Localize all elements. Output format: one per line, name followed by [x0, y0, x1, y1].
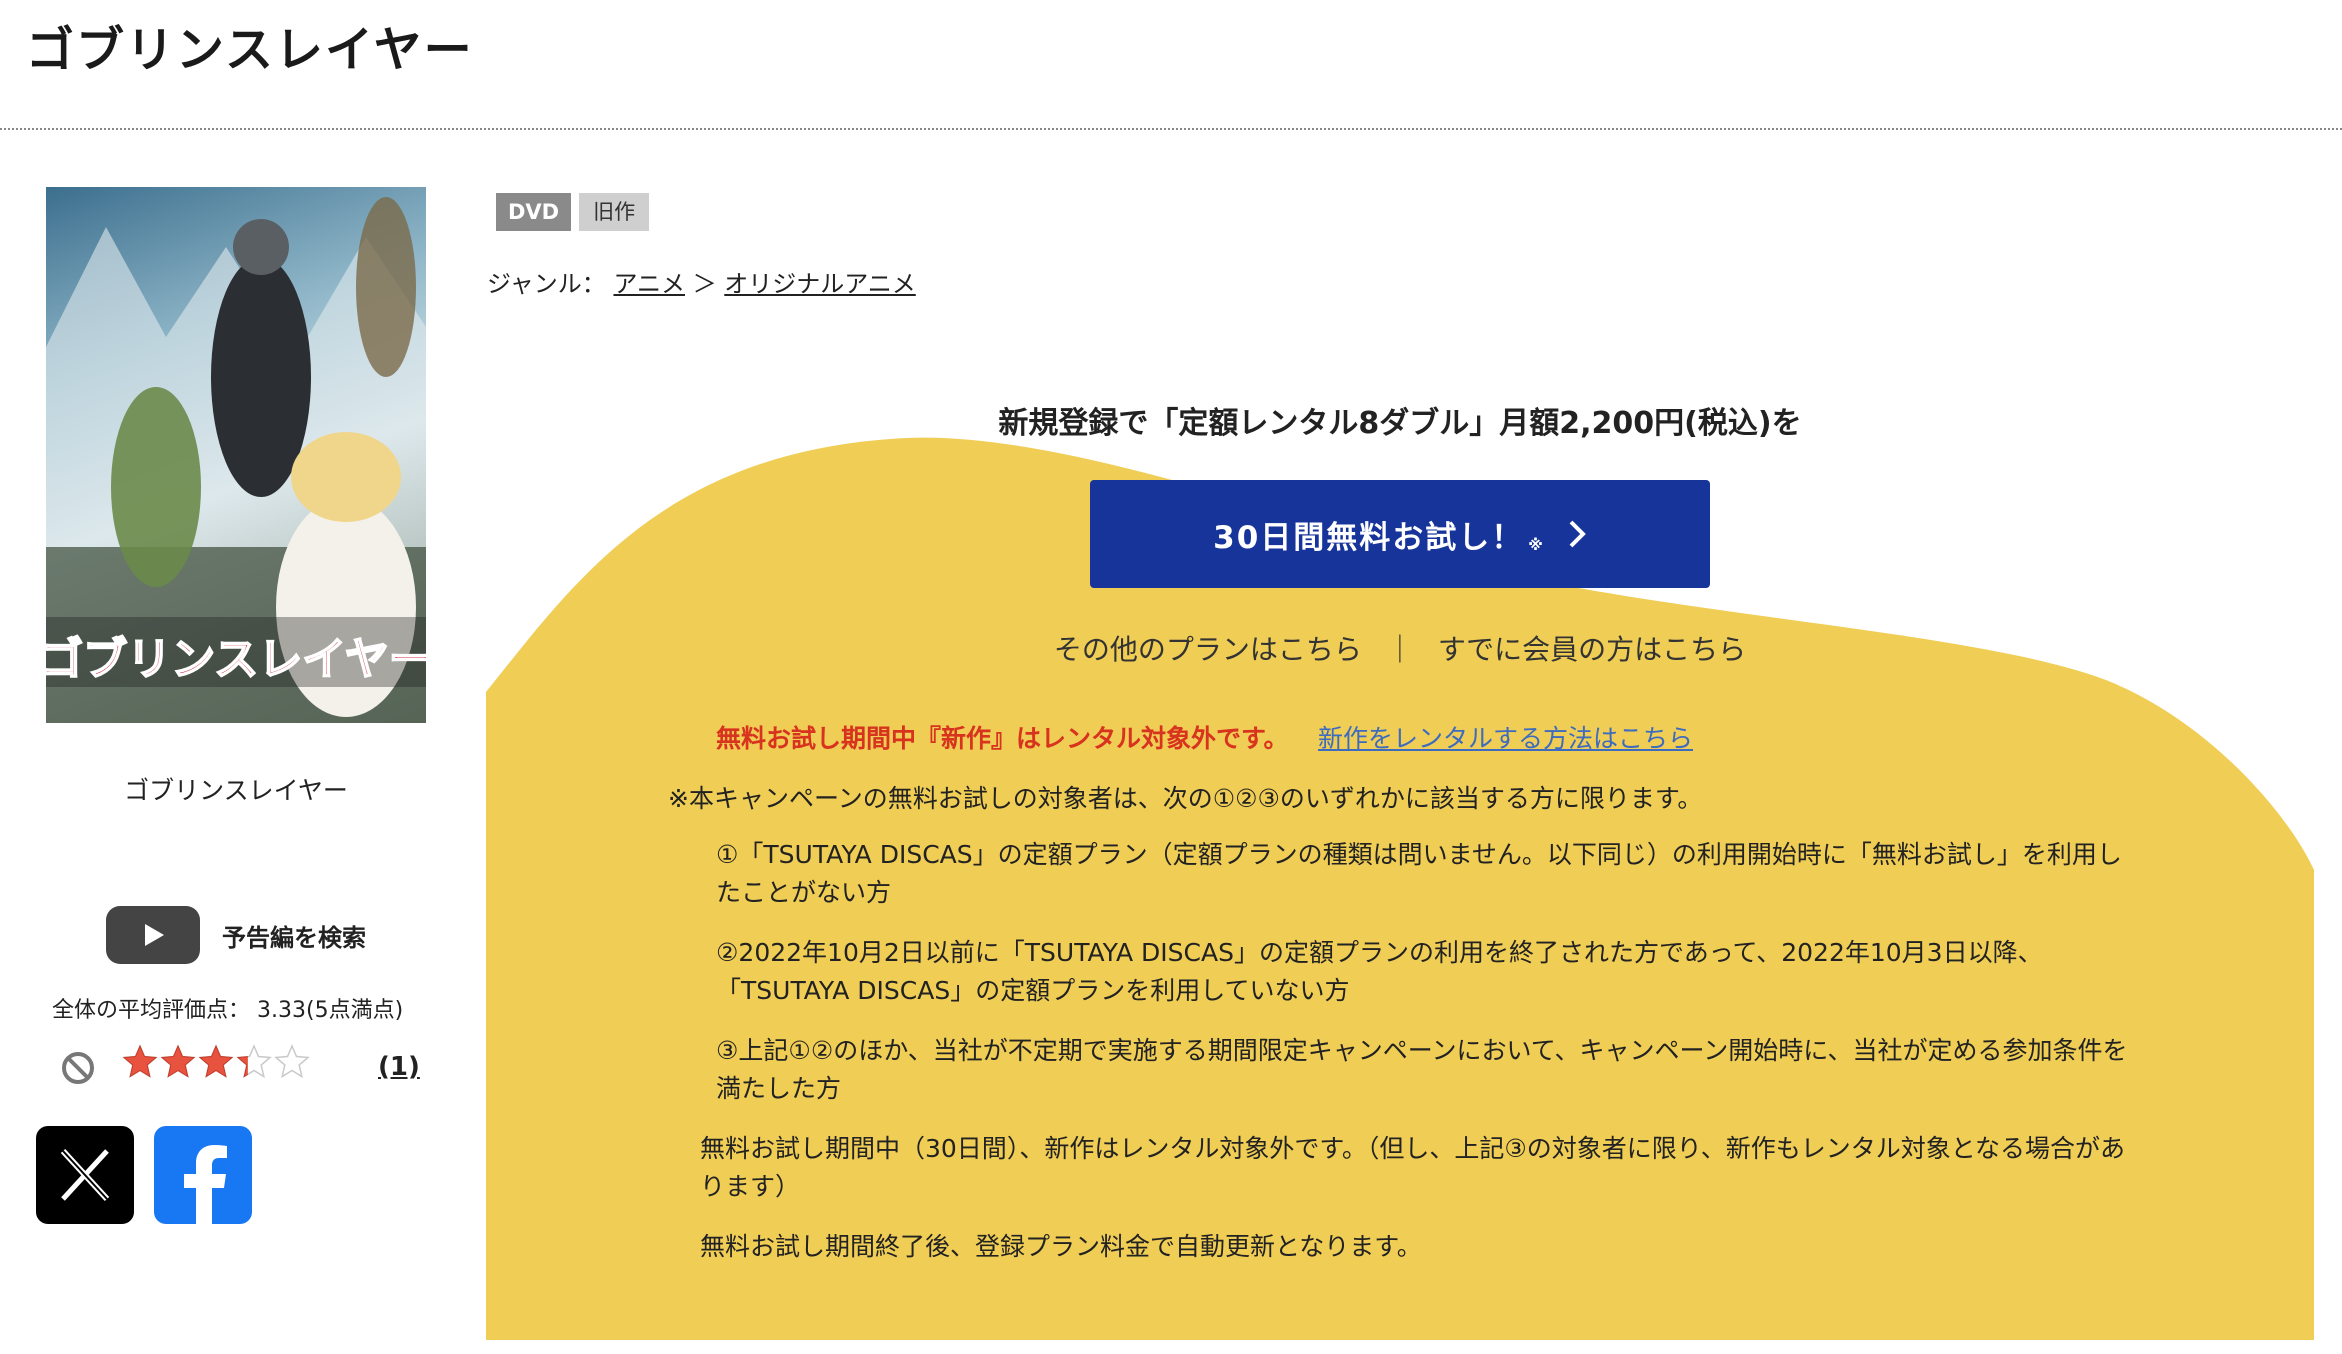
new-release-notice: 無料お試し期間中『新作』はレンタル対象外です。: [716, 724, 1289, 753]
condition-2: ②2022年10月2日以前に「TSUTAYA DISCAS」の定額プランの利用を…: [716, 938, 2043, 1005]
average-rating-value: 3.33(5点満点): [257, 998, 404, 1023]
cover-artwork: ゴブリンスレイヤー: [46, 197, 426, 723]
star-icon[interactable]: [122, 1044, 158, 1080]
star-icon[interactable]: [236, 1044, 272, 1080]
genre-breadcrumb: ジャンル： アニメ ＞ オリジナルアニメ: [487, 264, 916, 299]
other-plans-link[interactable]: その他のプランはこちら: [1054, 633, 1362, 666]
free-trial-note-mark: ※: [1528, 536, 1545, 554]
youtube-play-icon: [106, 906, 200, 964]
star-rating[interactable]: [122, 1044, 310, 1080]
genre-separator: ＞: [692, 270, 717, 298]
x-share-button[interactable]: [36, 1126, 134, 1224]
eligibility-note: ※本キャンペーンの無料お試しの対象者は、次の①②③のいずれかに該当する方に限りま…: [668, 784, 1703, 813]
promo-headline: 新規登録で「定額レンタル8ダブル」月額2,200円(税込)を: [998, 406, 1802, 441]
format-badges: DVD 旧作: [496, 193, 650, 231]
review-count-link[interactable]: (1): [378, 1052, 420, 1082]
title-divider: [0, 128, 2342, 130]
star-icon[interactable]: [198, 1044, 234, 1080]
x-logo-icon: [60, 1148, 110, 1202]
average-rating-label: 全体の平均評価点：: [52, 998, 251, 1023]
chevron-right-icon: [1567, 518, 1587, 550]
condition-3: ③上記①②のほか、当社が不定期で実施する期間限定キャンペーンにおいて、キャンペー…: [716, 1036, 2128, 1103]
free-trial-button[interactable]: 30日間無料お試し！ ※: [1090, 480, 1710, 588]
genre-label: ジャンル：: [487, 270, 606, 298]
badge-old-release: 旧作: [579, 193, 650, 231]
free-trial-label: 30日間無料お試し！: [1213, 519, 1525, 556]
genre-link-anime[interactable]: アニメ: [613, 270, 685, 298]
average-rating: 全体の平均評価点： 3.33(5点満点): [52, 992, 403, 1024]
member-login-link[interactable]: すでに会員の方はこちら: [1438, 633, 1746, 666]
plan-links-separator: ｜: [1385, 633, 1414, 666]
no-rating-icon[interactable]: [60, 1050, 96, 1086]
facebook-share-button[interactable]: [154, 1126, 252, 1224]
footnote-trial-period: 無料お試し期間中（30日間）、新作はレンタル対象外です。（但し、上記③の対象者に…: [700, 1134, 2125, 1201]
cover-image[interactable]: ゴブリンスレイヤー: [46, 187, 426, 723]
cover-logo-text: ゴブリンスレイヤー: [46, 634, 426, 685]
new-release-rental-link[interactable]: 新作をレンタルする方法はこちら: [1318, 719, 1693, 755]
condition-1: ①「TSUTAYA DISCAS」の定額プラン（定額プランの種類は問いません。以…: [716, 840, 2122, 907]
page-title: ゴブリンスレイヤー: [26, 22, 474, 78]
footnote-auto-renewal: 無料お試し期間終了後、登録プラン料金で自動更新となります。: [700, 1232, 1422, 1261]
badge-dvd: DVD: [496, 193, 572, 231]
trailer-search-button[interactable]: 予告編を検索: [106, 906, 366, 964]
facebook-logo-icon: [184, 1145, 227, 1224]
cover-caption: ゴブリンスレイヤー: [124, 776, 348, 805]
star-icon[interactable]: [274, 1044, 310, 1080]
plan-links: その他のプランはこちら ｜ すでに会員の方はこちら: [486, 628, 2314, 668]
genre-link-original-anime[interactable]: オリジナルアニメ: [724, 270, 916, 298]
rating-row: (1): [60, 1044, 420, 1094]
star-icon[interactable]: [160, 1044, 196, 1080]
trailer-search-label: 予告編を検索: [222, 923, 366, 952]
